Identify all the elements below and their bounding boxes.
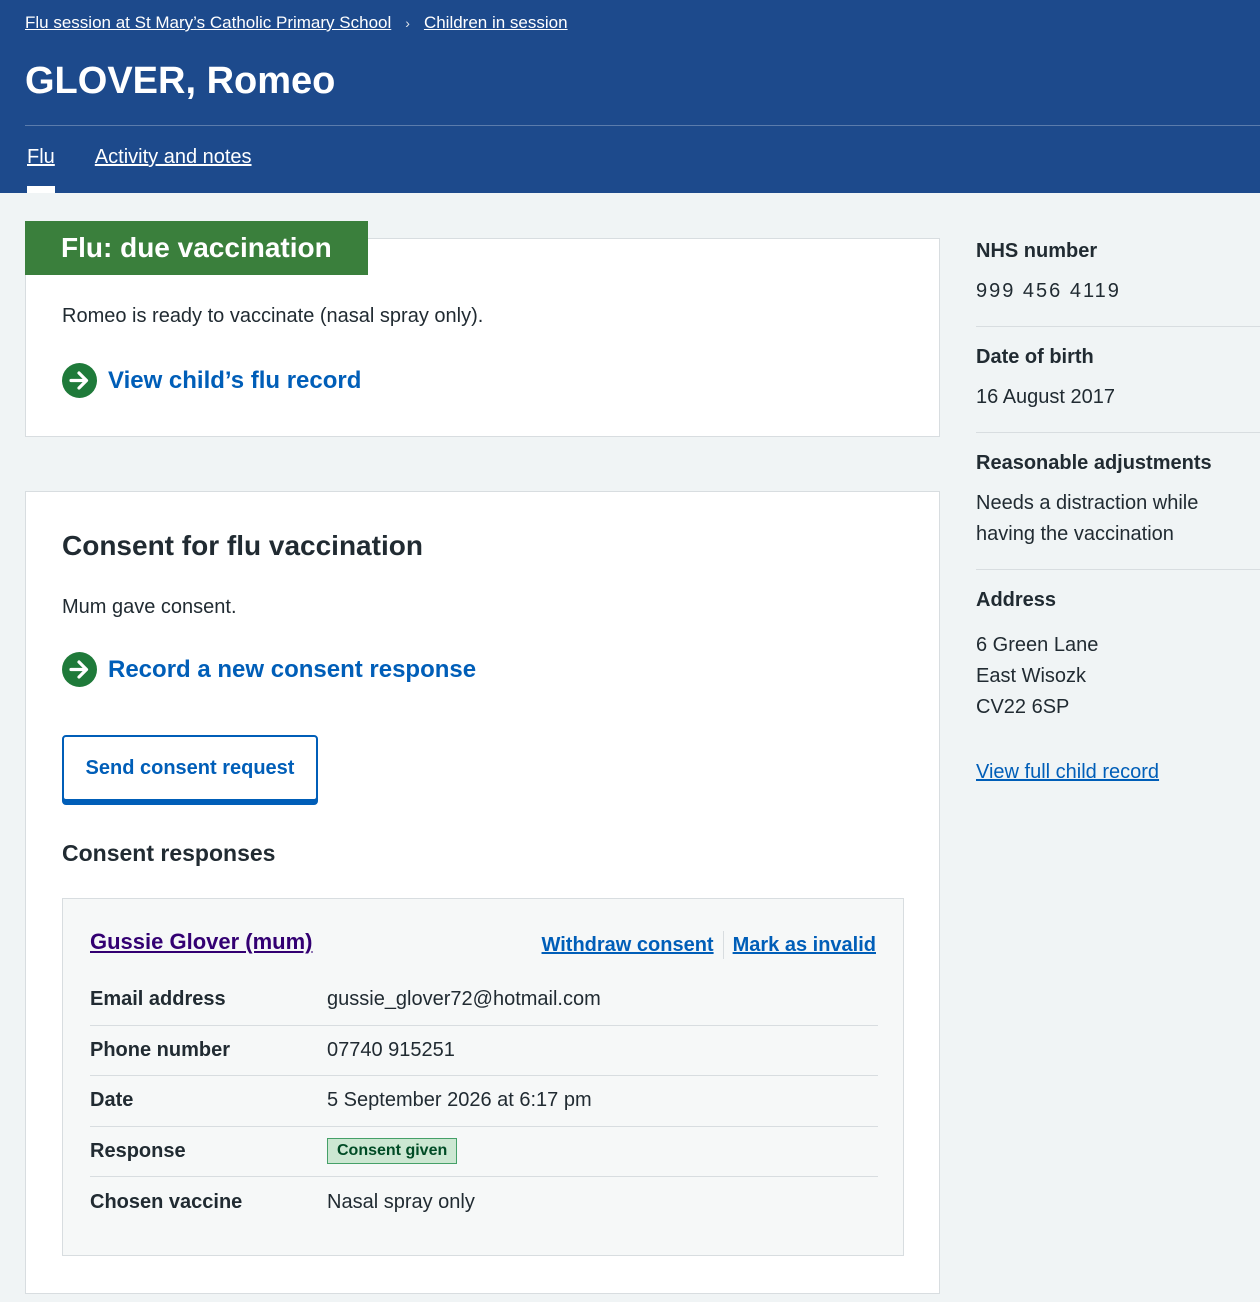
address-item: Address 6 Green Lane East Wisozk CV22 6S… [976, 589, 1260, 742]
address-line: East Wisozk [976, 665, 1087, 687]
arrow-right-circle-icon [62, 652, 97, 687]
nhs-number-label: NHS number [976, 240, 1098, 262]
address-line: 6 Green Lane [976, 634, 1099, 656]
tab-bar: Flu Activity and notes [27, 146, 252, 193]
breadcrumb-children-link[interactable]: Children in session [424, 13, 568, 33]
page-title: GLOVER, Romeo [25, 60, 336, 102]
nhs-number-item: NHS number 999 456 4119 [976, 240, 1260, 327]
response-summary-list: Email address gussie_glover72@hotmail.co… [90, 975, 878, 1228]
status-text: Romeo is ready to vaccinate (nasal spray… [62, 305, 484, 327]
mark-invalid-link[interactable]: Mark as invalid [733, 934, 876, 957]
breadcrumb-session-link[interactable]: Flu session at St Mary’s Catholic Primar… [25, 13, 391, 33]
status-heading: Flu: due vaccination [25, 221, 368, 275]
dob-value: 16 August 2017 [976, 386, 1116, 408]
summary-row-date: Date 5 September 2026 at 6:17 pm [90, 1076, 878, 1127]
summary-key: Phone number [90, 1038, 231, 1061]
summary-row-vaccine: Chosen vaccine Nasal spray only [90, 1177, 878, 1228]
summary-key: Email address [90, 988, 226, 1011]
summary-value: Nasal spray only [327, 1190, 475, 1213]
summary-row-response: Response Consent given [90, 1127, 878, 1177]
dob-label: Date of birth [976, 346, 1094, 368]
adjustments-item: Reasonable adjustments Needs a distracti… [976, 452, 1260, 570]
dob-item: Date of birth 16 August 2017 [976, 346, 1260, 433]
record-consent-label: Record a new consent response [108, 655, 477, 683]
adjustments-value: Needs a distraction while having the vac… [976, 492, 1199, 545]
responder-link[interactable]: Gussie Glover (mum) [90, 929, 313, 955]
consent-title: Consent for flu vaccination [62, 530, 423, 561]
breadcrumb: Flu session at St Mary’s Catholic Primar… [25, 13, 568, 33]
tab-activity-and-notes[interactable]: Activity and notes [95, 146, 252, 169]
summary-row-email: Email address gussie_glover72@hotmail.co… [90, 975, 878, 1026]
consent-responses-heading: Consent responses [62, 840, 276, 866]
summary-key: Chosen vaccine [90, 1190, 243, 1213]
summary-key: Response [90, 1139, 186, 1162]
adjustments-label: Reasonable adjustments [976, 452, 1212, 474]
child-details-sidebar: NHS number 999 456 4119 Date of birth 16… [976, 240, 1260, 784]
withdraw-consent-link[interactable]: Withdraw consent [542, 934, 714, 957]
consent-card: Consent for flu vaccination Mum gave con… [25, 491, 940, 1294]
view-flu-record-link[interactable]: View child’s flu record [62, 363, 361, 398]
send-consent-request-button[interactable]: Send consent request [62, 735, 318, 801]
consent-summary: Mum gave consent. [62, 596, 237, 618]
arrow-right-circle-icon [62, 363, 97, 398]
address-label: Address [976, 589, 1057, 611]
address-line: CV22 6SP [976, 696, 1070, 718]
consent-given-tag: Consent given [327, 1138, 458, 1165]
summary-key: Date [90, 1089, 134, 1112]
nhs-number-value: 999 456 4119 [976, 280, 1121, 302]
view-full-record-link[interactable]: View full child record [976, 761, 1159, 783]
summary-value: 5 September 2026 at 6:17 pm [327, 1089, 592, 1112]
summary-row-phone: Phone number 07740 915251 [90, 1026, 878, 1076]
address-value: 6 Green Lane East Wisozk CV22 6SP [976, 630, 1260, 723]
tab-flu[interactable]: Flu [27, 146, 55, 193]
summary-value: gussie_glover72@hotmail.com [327, 988, 601, 1011]
header-divider [25, 125, 1260, 126]
summary-value: 07740 915251 [327, 1038, 455, 1061]
response-actions: Withdraw consent Mark as invalid [542, 931, 876, 959]
view-flu-record-label: View child’s flu record [108, 366, 362, 394]
consent-response-card: Gussie Glover (mum) Withdraw consent Mar… [62, 898, 904, 1256]
page-header: Flu session at St Mary’s Catholic Primar… [0, 0, 1260, 193]
action-divider [722, 931, 724, 959]
chevron-right-icon: › [405, 15, 410, 31]
record-consent-link[interactable]: Record a new consent response [62, 652, 476, 687]
